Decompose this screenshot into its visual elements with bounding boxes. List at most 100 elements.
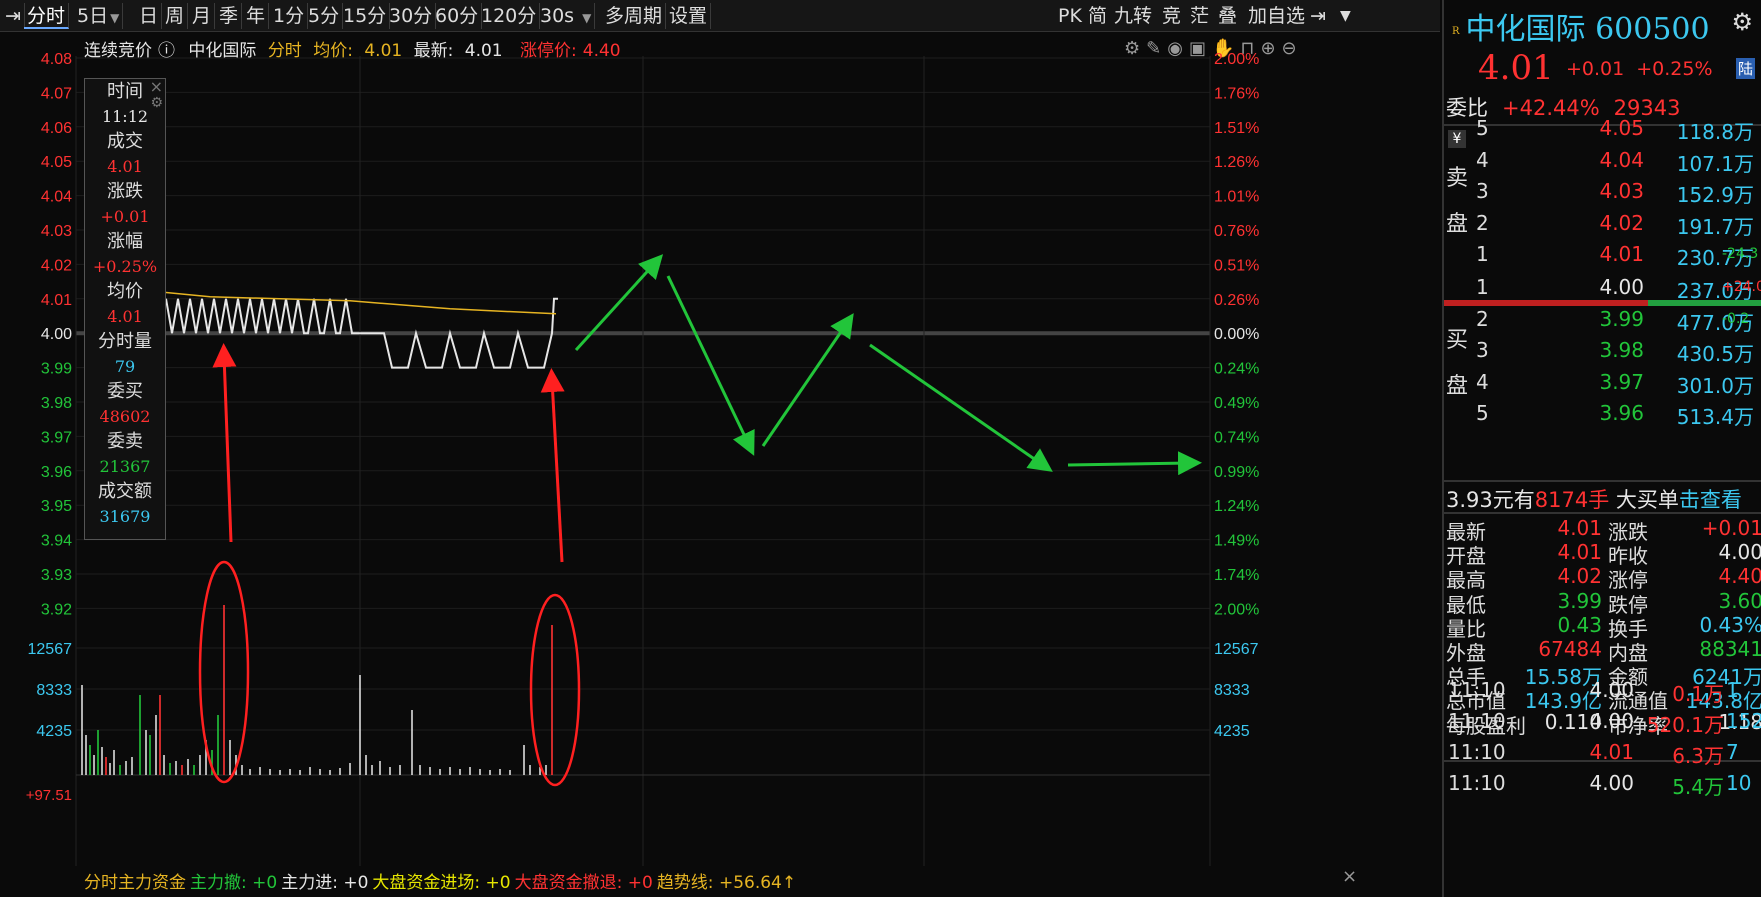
order-book-row[interactable]: 5 3.96 513.4万 xyxy=(1444,397,1761,431)
tab-5day[interactable]: 5日 ▼ xyxy=(74,3,124,29)
order-book-row[interactable]: 1 4.01 230.7万 -24.3 xyxy=(1444,238,1761,272)
level-price: 4.03 xyxy=(1599,179,1644,203)
add-watchlist-button[interactable]: 加自选 xyxy=(1248,3,1305,29)
level-volume: 191.7万 xyxy=(1676,214,1754,239)
collapse-right-icon[interactable]: ⇥ xyxy=(1310,3,1326,29)
tab-1min[interactable]: 1分 xyxy=(270,3,309,29)
overlay-button[interactable]: 叠 xyxy=(1218,3,1237,29)
tab-120min[interactable]: 120分 xyxy=(478,3,541,29)
tab-month[interactable]: 月 xyxy=(189,3,216,29)
level-label: 4 xyxy=(1476,147,1489,172)
collapse-left-icon[interactable]: ⇥ xyxy=(2,3,25,29)
pct-tick-label: 1.24% xyxy=(1214,498,1259,515)
quote-panel: R 中化国际 600500 ⚙ 4.01 +0.01 +0.25% 陆 委比 +42.… xyxy=(1442,0,1761,897)
price-tick-label: 4.06 xyxy=(41,120,72,137)
level-change: +24.0 xyxy=(1722,279,1761,295)
simple-button[interactable]: 简 xyxy=(1088,3,1107,29)
gear-icon[interactable]: ⚙ xyxy=(150,95,163,111)
level-volume: 430.5万 xyxy=(1676,342,1754,366)
tab-60min[interactable]: 60分 xyxy=(432,3,483,29)
indicator-item: 主力撤: +0 xyxy=(190,873,278,893)
level-price: 3.97 xyxy=(1599,369,1644,394)
trade-count: 1 xyxy=(1726,678,1739,702)
chevron-down-icon: ▼ xyxy=(110,11,120,25)
order-book-row[interactable]: 3 3.98 430.5万 xyxy=(1444,334,1761,368)
chart-canvas[interactable]: 4.08 4.07 4.06 4.05 4.04 4.03 4.02 4.01 4.00 3.99… xyxy=(0,32,1440,897)
volume-tick-label: 12567 xyxy=(1214,641,1259,658)
gear-icon[interactable]: ⚙ xyxy=(1731,8,1753,36)
auction-button[interactable]: 竞 xyxy=(1162,3,1181,29)
settings-button[interactable]: 设置 xyxy=(666,3,712,29)
tab-fenshi[interactable]: 分时 xyxy=(24,3,70,29)
big-order-link[interactable]: 击查看 xyxy=(1679,488,1742,512)
order-book-row[interactable]: 2 4.02 191.7万 xyxy=(1444,207,1761,241)
trade-row: 11:10 4.00 5.4万 10 xyxy=(1444,767,1761,801)
level-volume: 118.8万 xyxy=(1676,120,1754,144)
stat-value: 88341 xyxy=(1699,637,1761,661)
big-order-label: 大买单 xyxy=(1615,488,1679,512)
order-book-row[interactable]: 1 4.00 237.0万 +24.0 xyxy=(1444,271,1761,305)
tab-5day-label: 5日 xyxy=(77,5,109,27)
big-order-notice[interactable]: 3.93元有8174手 大买单击查看 xyxy=(1446,484,1742,514)
order-book-row[interactable]: 4 4.04 107.1万 xyxy=(1444,144,1761,178)
tooltip-value: +0.01 xyxy=(100,207,150,226)
price-tick-label: 4.04 xyxy=(41,189,72,206)
pk-button[interactable]: PK xyxy=(1058,3,1082,29)
tab-30s[interactable]: 30s ▼ xyxy=(537,3,596,29)
stat-row: 最新 4.01 涨跌 +0.01 xyxy=(1446,516,1761,544)
level-volume: 513.4万 xyxy=(1676,405,1754,429)
stat-row: 最高 4.02 涨停 4.40 xyxy=(1446,564,1761,592)
pct-tick-label: 0.00% xyxy=(1214,326,1259,343)
stat-value: 3.60 xyxy=(1718,588,1761,613)
tab-year[interactable]: 年 xyxy=(243,3,270,29)
volume-tick-label: 12567 xyxy=(28,641,73,658)
tab-5min[interactable]: 5分 xyxy=(305,3,344,29)
tab-week[interactable]: 周 xyxy=(162,3,189,29)
pct-tick-label: 0.74% xyxy=(1214,429,1259,446)
level-label: 5 xyxy=(1476,116,1489,140)
highlight-ellipse xyxy=(529,593,581,787)
chevron-down-icon[interactable]: ▼ xyxy=(1340,3,1351,29)
price-tick-label: 3.97 xyxy=(41,429,72,446)
tab-15min[interactable]: 15分 xyxy=(340,3,391,29)
stat-row: 外盘 67484 内盘 88341 xyxy=(1446,637,1761,665)
tooltip-label: 委卖 xyxy=(107,431,143,452)
tab-day[interactable]: 日 xyxy=(136,3,163,29)
level-price: 4.02 xyxy=(1599,210,1644,235)
level-label: 4 xyxy=(1476,369,1489,394)
trade-price: 4.00 xyxy=(1589,709,1634,733)
price-tick-label: 4.03 xyxy=(41,223,72,240)
pct-tick-label: 1.74% xyxy=(1214,567,1259,584)
tab-season[interactable]: 季 xyxy=(216,3,243,29)
trade-count: 7 xyxy=(1726,740,1739,764)
volume-tick-label: 4235 xyxy=(36,723,72,740)
order-book-row[interactable]: 2 3.99 477.0万 -0.2 xyxy=(1444,303,1761,337)
level-change: -24.3 xyxy=(1722,246,1759,262)
intraday-chart[interactable]: 4.08 4.07 4.06 4.05 4.04 4.03 4.02 4.01 4.00 3.99… xyxy=(0,32,1440,897)
tooltip-value: 4.01 xyxy=(107,157,143,176)
close-icon[interactable]: × xyxy=(1342,866,1357,887)
stat-value: 4.40 xyxy=(1718,564,1761,589)
trade-count: 10 xyxy=(1726,771,1752,795)
stat-value: +0.01 xyxy=(1701,516,1761,540)
jiuzhuan-button[interactable]: 九转 xyxy=(1114,3,1152,29)
trade-volume: 5.4万 xyxy=(1672,775,1724,799)
order-book-row[interactable]: 3 4.03 152.9万 xyxy=(1444,175,1761,209)
order-book-row[interactable]: 4 3.97 301.0万 xyxy=(1444,366,1761,400)
price-tick-label: 3.98 xyxy=(41,395,72,412)
order-book-row[interactable]: 5 4.05 118.8万 xyxy=(1444,112,1761,146)
price-change: +0.01 +0.25% xyxy=(1566,58,1725,80)
pct-tick-label: 2.00% xyxy=(1214,51,1259,68)
price-tick-label: 3.94 xyxy=(41,533,72,550)
level-volume: 152.9万 xyxy=(1676,183,1754,207)
stat-value: 0.43% xyxy=(1699,612,1761,637)
trade-volume: 520.1万 xyxy=(1646,713,1724,737)
close-icon[interactable]: × xyxy=(150,77,163,96)
tab-30min[interactable]: 30分 xyxy=(386,3,437,29)
tooltip-label: 分时量 xyxy=(98,331,152,352)
tab-multi-period[interactable]: 多周期 xyxy=(602,3,667,29)
mang-button[interactable]: 茫 xyxy=(1190,3,1209,29)
crosshair-tooltip: × ⚙ 时间 11:12 成交 4.01 涨跌 +0.01 涨幅 +0.25% 均价 4.01 分时… xyxy=(84,77,166,540)
pct-tick-label: 0.51% xyxy=(1214,257,1259,274)
trend-arrow xyxy=(1067,451,1202,476)
